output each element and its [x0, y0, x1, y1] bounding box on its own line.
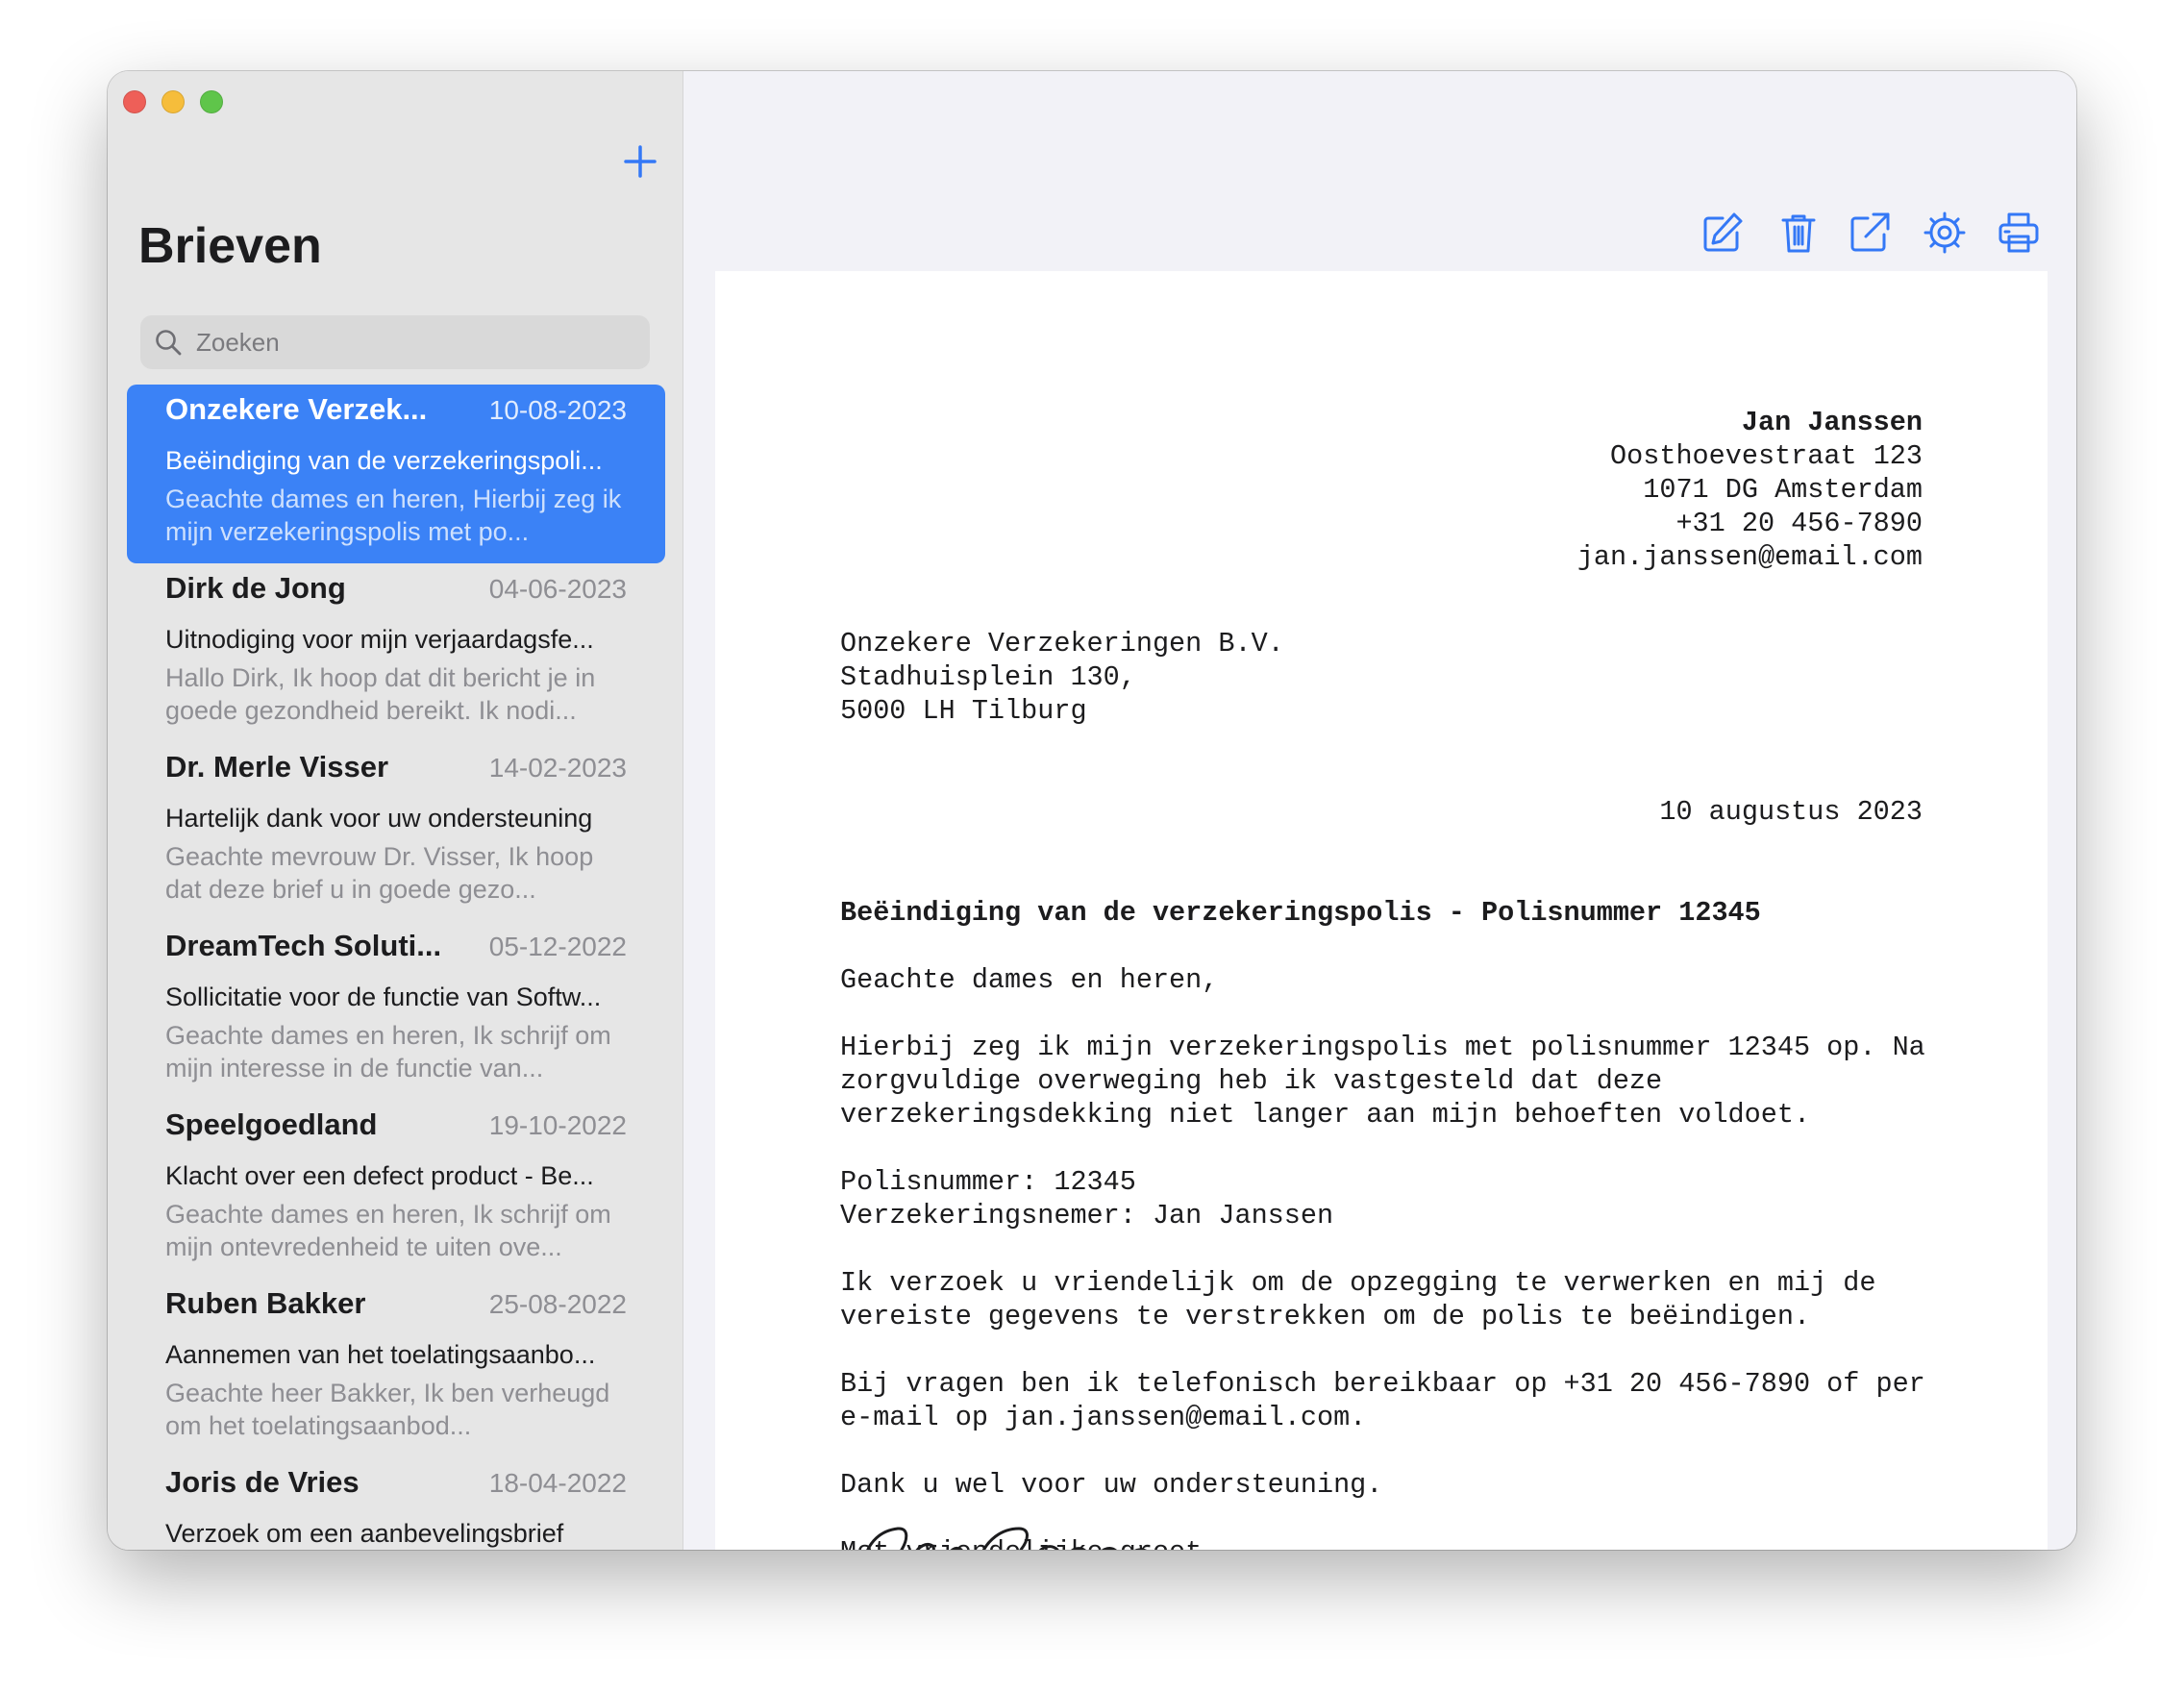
sender-phone: +31 20 456-7890: [1675, 508, 1923, 539]
letter-document: Jan Janssen Oosthoevestraat 123 1071 DG …: [715, 271, 2048, 1550]
sidebar-title: Brieven: [138, 218, 322, 274]
maximize-window-button[interactable]: [200, 90, 223, 113]
letter-subject: Verzoek om een aanbevelingsbrief: [165, 1519, 564, 1548]
letter-sender: Dirk de Jong: [165, 571, 346, 605]
policy-holder-line: Verzekeringsnemer: Jan Janssen: [840, 1200, 1334, 1232]
edit-button[interactable]: [1696, 206, 1750, 260]
recipient-street: Stadhuisplein 130,: [840, 661, 1136, 693]
letter-item-selected[interactable]: Onzekere Verzek... 10-08-2023 Beëindigin…: [127, 385, 665, 563]
share-icon: [1850, 212, 1890, 252]
search-field[interactable]: [140, 314, 650, 370]
letter-date-line: 10 augustus 2023: [1659, 796, 1923, 828]
sender-city: 1071 DG Amsterdam: [1643, 474, 1923, 506]
paragraph-3: Bij vragen ben ik telefonisch bereikbaar…: [840, 1368, 1925, 1433]
sender-name: Jan Janssen: [1741, 407, 1923, 438]
sender-street: Oosthoevestraat 123: [1610, 440, 1923, 472]
letter-sender: DreamTech Soluti...: [165, 929, 442, 962]
letter-preview: Geachte dames en heren, Hierbij zeg ik m…: [165, 485, 622, 546]
letter-date: 18-04-2022: [488, 1468, 627, 1498]
sidebar: Brieven Onzekere Verzek... 10-08-2023 Be…: [108, 71, 683, 1550]
letter-item[interactable]: Ruben Bakker 25-08-2022 Aannemen van het…: [127, 1279, 665, 1457]
letter-preview: Geachte heer Bakker, Ik ben verheugd om …: [165, 1379, 610, 1440]
letter-date: 25-08-2022: [488, 1289, 627, 1319]
letter-preview: Hallo Dirk, Ik hoop dat dit bericht je i…: [165, 663, 596, 725]
letter-preview: Geachte dames en heren, Ik schrijf om mi…: [165, 1021, 611, 1082]
settings-button[interactable]: [1918, 206, 1972, 260]
search-icon: [156, 330, 182, 356]
signature-image: [859, 1521, 1186, 1550]
share-button[interactable]: [1843, 206, 1897, 260]
app-window: Brieven Onzekere Verzek... 10-08-2023 Be…: [108, 71, 2076, 1550]
letter-subject: Klacht over een defect product - Be...: [165, 1161, 594, 1190]
trash-icon: [1781, 214, 1816, 253]
minimize-window-button[interactable]: [161, 90, 185, 113]
letter-body: Beëindiging van de verzekeringspolis - P…: [840, 896, 1936, 1550]
close-window-button[interactable]: [123, 90, 146, 113]
sender-email: jan.janssen@email.com: [1576, 541, 1923, 573]
gear-icon: [1923, 212, 1966, 254]
policy-details: Polisnummer: 12345 Verzekeringsnemer: Ja…: [840, 1165, 1936, 1232]
recipient-address: Onzekere Verzekeringen B.V. Stadhuisplei…: [840, 627, 1284, 728]
letter-date: 10-08-2023: [488, 395, 627, 425]
letter-subject: Aannemen van het toelatingsaanbo...: [165, 1340, 596, 1369]
letter-sender: Onzekere Verzek...: [165, 392, 428, 426]
recipient-name: Onzekere Verzekeringen B.V.: [840, 628, 1284, 659]
plus-icon: [624, 145, 657, 178]
letter-item[interactable]: Dr. Merle Visser 14-02-2023 Hartelijk da…: [127, 742, 665, 921]
window-controls: [123, 90, 223, 113]
letter-subject: Beëindiging van de verzekeringspoli...: [165, 446, 603, 475]
letter-item[interactable]: Joris de Vries 18-04-2022 Verzoek om een…: [127, 1457, 665, 1550]
search-input[interactable]: [194, 314, 640, 370]
letter-subject: Hartelijk dank voor uw ondersteuning: [165, 804, 593, 833]
letter-sender: Joris de Vries: [165, 1465, 360, 1499]
recipient-city: 5000 LH Tilburg: [840, 695, 1087, 727]
letter-list: Onzekere Verzek... 10-08-2023 Beëindigin…: [127, 385, 665, 1550]
letter-date: 14-02-2023: [488, 753, 627, 783]
policy-number-line: Polisnummer: 12345: [840, 1166, 1136, 1198]
letter-date: 04-06-2023: [488, 574, 627, 604]
letter-date: 05-12-2022: [488, 932, 627, 961]
delete-button[interactable]: [1772, 206, 1825, 260]
thanks-line: Dank u wel voor uw ondersteuning.: [840, 1469, 1383, 1501]
add-letter-button[interactable]: [617, 138, 663, 185]
letter-date: 19-10-2022: [488, 1110, 627, 1140]
paragraph-1: Hierbij zeg ik mijn verzekeringspolis me…: [840, 1032, 1925, 1131]
letter-sender: Speelgoedland: [165, 1107, 378, 1141]
letter-preview: Geachte mevrouw Dr. Visser, Ik hoop dat …: [165, 842, 594, 904]
letter-item[interactable]: Speelgoedland 19-10-2022 Klacht over een…: [127, 1100, 665, 1279]
print-button[interactable]: [1992, 206, 2046, 260]
letter-sender: Dr. Merle Visser: [165, 750, 389, 784]
letter-preview: Geachte dames en heren, Ik schrijf om mi…: [165, 1200, 611, 1261]
letter-item[interactable]: Dirk de Jong 04-06-2023 Uitnodiging voor…: [127, 563, 665, 742]
letter-subject: Sollicitatie voor de functie van Softw..…: [165, 983, 602, 1011]
letter-sender: Ruben Bakker: [165, 1286, 366, 1320]
salutation: Geachte dames en heren,: [840, 964, 1219, 996]
letter-subject-line: Beëindiging van de verzekeringspolis - P…: [840, 897, 1761, 929]
letter-item[interactable]: DreamTech Soluti... 05-12-2022 Sollicita…: [127, 921, 665, 1100]
printer-icon: [1998, 212, 2039, 253]
sender-address: Jan Janssen Oosthoevestraat 123 1071 DG …: [1577, 406, 1923, 574]
paragraph-2: Ik verzoek u vriendelijk om de opzegging…: [840, 1267, 1876, 1332]
letter-subject: Uitnodiging voor mijn verjaardagsfe...: [165, 625, 594, 654]
edit-icon: [1703, 212, 1743, 252]
